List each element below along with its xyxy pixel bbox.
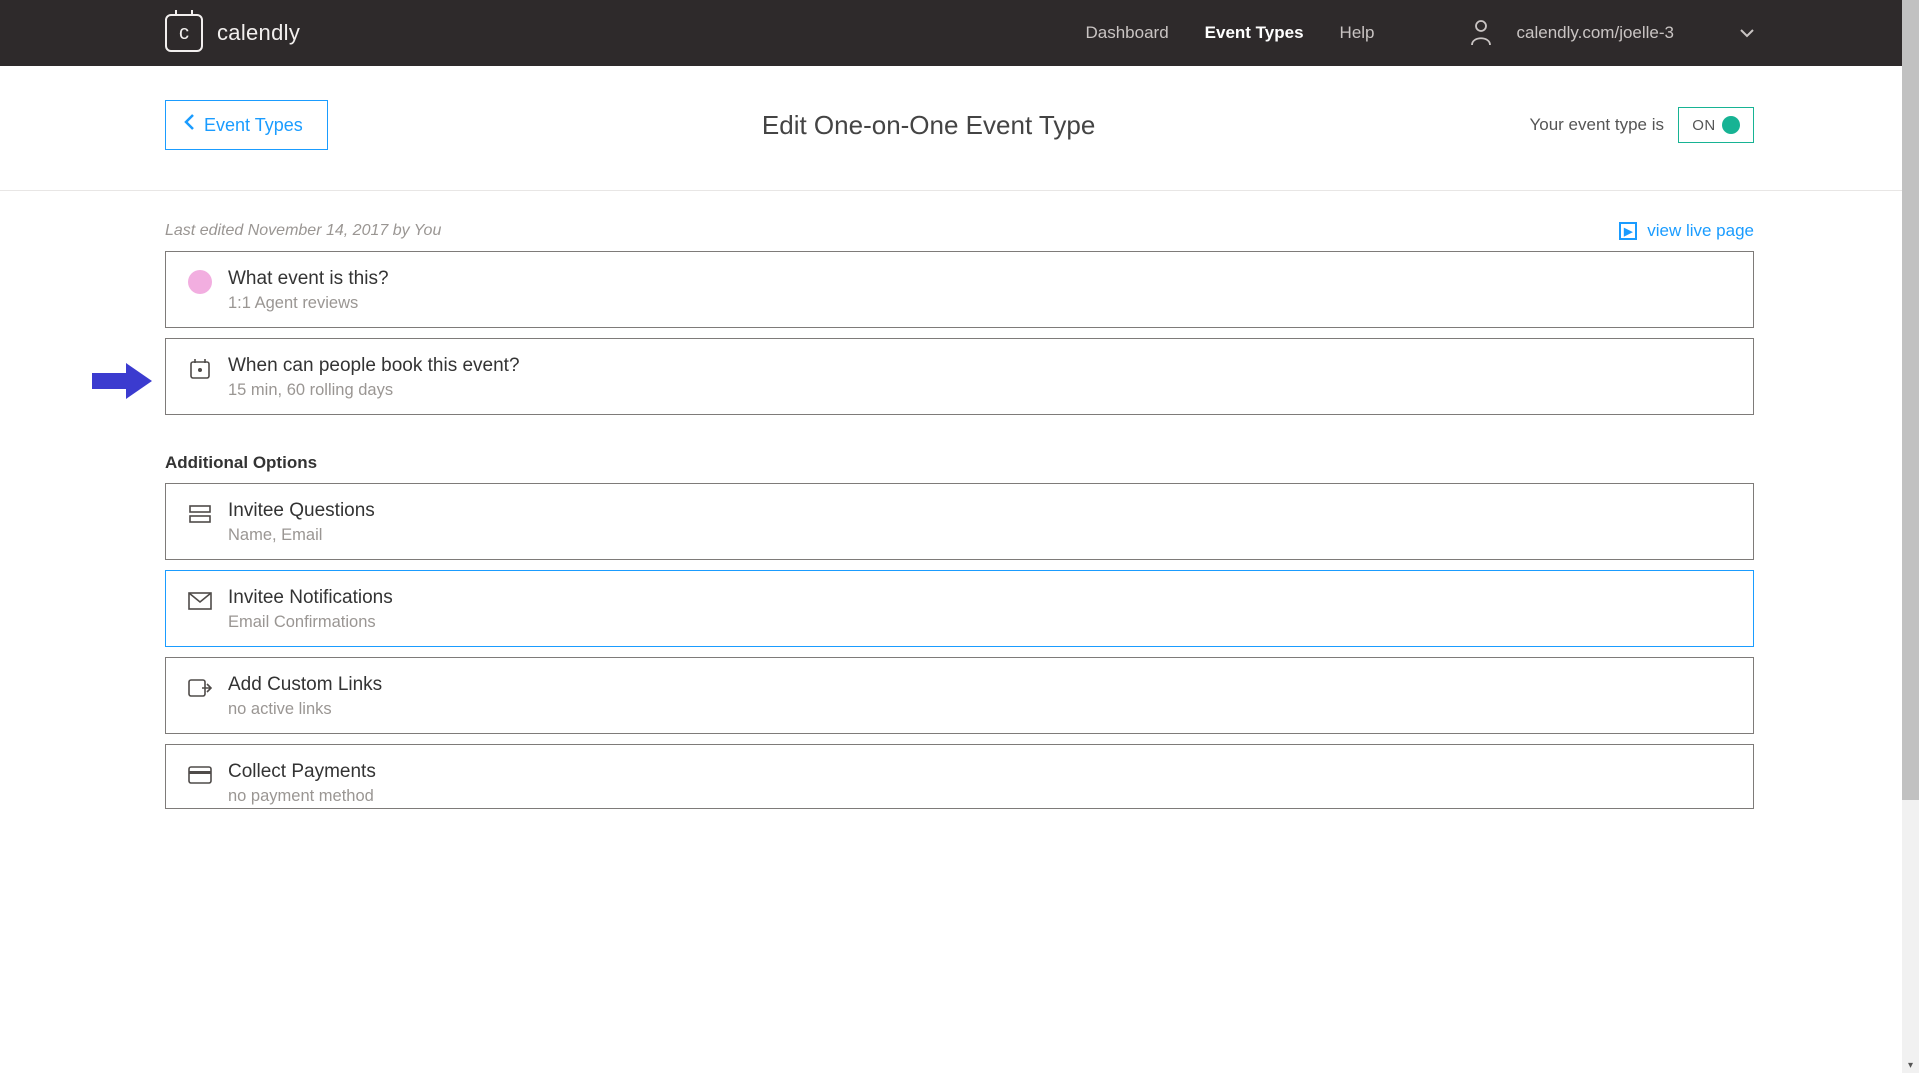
brand-logo[interactable]: c calendly	[165, 14, 300, 52]
event-active-toggle[interactable]: ON	[1678, 107, 1754, 143]
view-live-label: view live page	[1647, 221, 1754, 241]
nav-help[interactable]: Help	[1340, 23, 1375, 43]
nav-event-types[interactable]: Event Types	[1205, 23, 1304, 43]
chevron-down-icon	[1740, 25, 1754, 41]
brand-mark: c	[179, 22, 189, 45]
user-icon	[1471, 20, 1491, 46]
card-title: What event is this?	[228, 268, 389, 290]
top-nav: Dashboard Event Types Help calendly.com/…	[1085, 20, 1754, 46]
external-page-icon: ▶	[1619, 222, 1637, 240]
toggle-dot-icon	[1722, 116, 1740, 134]
card-sub: Email Confirmations	[228, 613, 393, 632]
nav-dashboard[interactable]: Dashboard	[1085, 23, 1168, 43]
card-title: Invitee Notifications	[228, 587, 393, 609]
scrollbar-thumb[interactable]	[1902, 0, 1919, 800]
user-url: calendly.com/joelle-3	[1517, 23, 1674, 43]
annotation-arrow-icon	[92, 363, 152, 404]
card-sub: no active links	[228, 700, 382, 719]
credit-card-icon	[188, 763, 212, 787]
last-edited: Last edited November 14, 2017 by You	[165, 222, 441, 240]
card-sub: 1:1 Agent reviews	[228, 294, 389, 313]
form-icon	[188, 502, 212, 526]
card-sub: no payment method	[228, 787, 376, 806]
meta-row: Last edited November 14, 2017 by You ▶ v…	[165, 221, 1754, 241]
scroll-down-icon[interactable]: ▾	[1902, 1060, 1919, 1071]
content-area: Last edited November 14, 2017 by You ▶ v…	[0, 191, 1919, 809]
additional-options-cards: Invitee Questions Name, Email Invitee No…	[165, 483, 1754, 809]
card-invitee-notifications[interactable]: Invitee Notifications Email Confirmation…	[165, 570, 1754, 647]
page-title: Edit One-on-One Event Type	[328, 110, 1530, 141]
main-cards: What event is this? 1:1 Agent reviews Wh…	[165, 251, 1754, 415]
card-collect-payments[interactable]: Collect Payments no payment method	[165, 744, 1754, 809]
additional-options-heading: Additional Options	[165, 453, 1754, 473]
toggle-label: Your event type is	[1529, 115, 1664, 135]
view-live-link[interactable]: ▶ view live page	[1619, 221, 1754, 241]
back-label: Event Types	[204, 115, 303, 136]
topbar: c calendly Dashboard Event Types Help ca…	[0, 0, 1919, 66]
link-out-icon	[188, 676, 212, 700]
scrollbar[interactable]: ▾	[1902, 0, 1919, 1073]
card-title: Collect Payments	[228, 761, 376, 783]
brand-name: calendly	[217, 20, 300, 46]
card-title: Add Custom Links	[228, 674, 382, 696]
card-title: When can people book this event?	[228, 355, 520, 377]
toggle-wrap: Your event type is ON	[1529, 107, 1754, 143]
mail-icon	[188, 589, 212, 613]
back-button[interactable]: Event Types	[165, 100, 328, 150]
card-when-book[interactable]: When can people book this event? 15 min,…	[165, 338, 1754, 415]
calendar-icon: c	[165, 14, 203, 52]
chevron-left-icon	[182, 113, 196, 137]
card-sub: 15 min, 60 rolling days	[228, 381, 520, 400]
card-sub: Name, Email	[228, 526, 375, 545]
card-invitee-questions[interactable]: Invitee Questions Name, Email	[165, 483, 1754, 560]
event-color-icon	[188, 270, 212, 294]
subheader: Event Types Edit One-on-One Event Type Y…	[0, 66, 1919, 191]
card-title: Invitee Questions	[228, 500, 375, 522]
user-menu[interactable]: calendly.com/joelle-3	[1471, 20, 1754, 46]
toggle-state: ON	[1692, 117, 1716, 134]
card-custom-links[interactable]: Add Custom Links no active links	[165, 657, 1754, 734]
card-what-event[interactable]: What event is this? 1:1 Agent reviews	[165, 251, 1754, 328]
calendar-small-icon	[188, 357, 212, 381]
